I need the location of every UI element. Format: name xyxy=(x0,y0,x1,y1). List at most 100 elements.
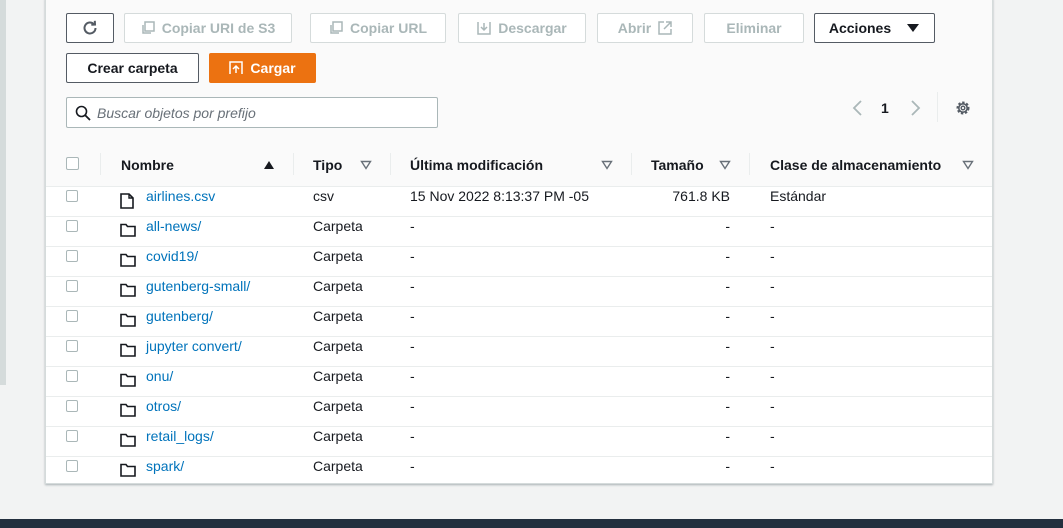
object-storage-class: - xyxy=(770,218,775,234)
copy-icon xyxy=(330,21,343,34)
table-row[interactable]: jupyter convert/Carpeta - - - xyxy=(46,336,992,367)
object-type: Carpeta xyxy=(313,278,363,294)
folder-icon xyxy=(120,373,136,390)
sort-icon[interactable] xyxy=(360,160,372,170)
sort-icon[interactable] xyxy=(601,160,613,170)
object-storage-class: - xyxy=(770,338,775,354)
actions-label: Acciones xyxy=(828,20,892,36)
row-checkbox[interactable] xyxy=(66,460,78,472)
external-link-icon xyxy=(658,21,672,35)
object-last-modified: - xyxy=(410,248,415,264)
column-header-modified[interactable]: Última modificación xyxy=(410,144,543,186)
object-name-link[interactable]: onu/ xyxy=(146,361,173,391)
object-size: - xyxy=(725,338,730,354)
object-name-link[interactable]: gutenberg/ xyxy=(146,301,213,331)
object-name-link[interactable]: gutenberg-small/ xyxy=(146,271,250,301)
column-header-name[interactable]: Nombre xyxy=(121,144,174,186)
download-button[interactable]: Descargar xyxy=(458,13,586,43)
column-header-storage-class[interactable]: Clase de almacenamiento xyxy=(770,144,941,186)
object-type: Carpeta xyxy=(313,398,363,414)
object-last-modified: - xyxy=(410,398,415,414)
object-last-modified: - xyxy=(410,368,415,384)
object-type: Carpeta xyxy=(313,338,363,354)
actions-dropdown[interactable]: Acciones xyxy=(814,13,935,43)
sort-icon[interactable] xyxy=(719,160,731,170)
row-checkbox[interactable] xyxy=(66,370,78,382)
delete-label: Eliminar xyxy=(726,20,782,36)
row-checkbox[interactable] xyxy=(66,250,78,262)
copy-s3-uri-button[interactable]: Copiar URI de S3 xyxy=(124,13,292,43)
object-type: Carpeta xyxy=(313,218,363,234)
folder-icon xyxy=(120,433,136,450)
refresh-button[interactable] xyxy=(66,13,114,43)
column-separator xyxy=(390,153,391,175)
object-storage-class: - xyxy=(770,398,775,414)
object-storage-class: - xyxy=(770,368,775,384)
object-name-link[interactable]: jupyter convert/ xyxy=(146,331,242,361)
select-all-checkbox[interactable] xyxy=(66,157,79,170)
row-checkbox[interactable] xyxy=(66,340,78,352)
file-icon xyxy=(120,193,134,212)
open-button[interactable]: Abrir xyxy=(597,13,693,43)
search-input[interactable] xyxy=(97,98,427,127)
object-last-modified: - xyxy=(410,278,415,294)
object-name-link[interactable]: all-news/ xyxy=(146,211,201,241)
current-page-number[interactable]: 1 xyxy=(881,99,889,117)
object-storage-class: Estándar xyxy=(770,188,827,204)
object-name-link[interactable]: retail_logs/ xyxy=(146,421,214,451)
column-separator xyxy=(749,153,750,175)
column-header-name-label: Nombre xyxy=(121,157,174,173)
table-row[interactable]: onu/Carpeta - - - xyxy=(46,366,992,397)
column-header-modified-label: Última modificación xyxy=(410,157,544,173)
row-checkbox[interactable] xyxy=(66,190,78,202)
sort-icon[interactable] xyxy=(962,160,974,170)
column-separator xyxy=(631,153,632,175)
sort-ascending-icon[interactable] xyxy=(263,160,275,170)
create-folder-label: Crear carpeta xyxy=(87,60,178,76)
folder-icon xyxy=(120,463,136,480)
object-name-link[interactable]: spark/ xyxy=(146,451,184,481)
object-storage-class: - xyxy=(770,278,775,294)
object-last-modified: - xyxy=(410,218,415,234)
row-checkbox[interactable] xyxy=(66,220,78,232)
row-checkbox[interactable] xyxy=(66,400,78,412)
object-size: - xyxy=(725,278,730,294)
column-header-size-label: Tamaño xyxy=(651,157,704,173)
left-edge-strip xyxy=(0,0,6,385)
open-label: Abrir xyxy=(617,20,652,36)
table-row[interactable]: spark/Carpeta - - - xyxy=(46,456,992,487)
copy-url-button[interactable]: Copiar URL xyxy=(310,13,446,43)
object-last-modified: - xyxy=(410,338,415,354)
column-separator xyxy=(293,153,294,175)
panel-header: Copiar URI de S3 Copiar URL Descargar Ab… xyxy=(46,0,992,145)
object-size: - xyxy=(725,398,730,414)
object-name-link[interactable]: otros/ xyxy=(146,391,181,421)
folder-icon xyxy=(120,313,136,330)
copy-url-label: Copiar URL xyxy=(350,20,427,36)
row-checkbox[interactable] xyxy=(66,310,78,322)
object-size: - xyxy=(725,428,730,444)
object-last-modified: - xyxy=(410,308,415,324)
settings-gear-icon[interactable] xyxy=(954,99,972,117)
object-storage-class: - xyxy=(770,428,775,444)
upload-button[interactable]: Cargar xyxy=(209,53,316,83)
previous-page-icon[interactable] xyxy=(851,99,863,117)
upload-label: Cargar xyxy=(250,60,296,76)
delete-button[interactable]: Eliminar xyxy=(704,13,804,43)
caret-down-icon xyxy=(907,24,920,32)
row-checkbox[interactable] xyxy=(66,280,78,292)
folder-icon xyxy=(120,403,136,420)
column-header-size[interactable]: Tamaño xyxy=(651,144,704,186)
pager-divider xyxy=(937,92,938,122)
object-name-link[interactable]: covid19/ xyxy=(146,241,198,271)
search-box[interactable] xyxy=(66,97,438,128)
create-folder-button[interactable]: Crear carpeta xyxy=(66,53,199,83)
download-icon xyxy=(477,22,491,35)
object-name-link[interactable]: airlines.csv xyxy=(146,181,215,211)
object-last-modified: - xyxy=(410,428,415,444)
folder-icon xyxy=(120,253,136,270)
column-header-type[interactable]: Tipo xyxy=(313,144,342,186)
row-checkbox[interactable] xyxy=(66,430,78,442)
table-row[interactable]: retail_logs/Carpeta - - - xyxy=(46,426,992,457)
next-page-icon[interactable] xyxy=(910,99,922,117)
